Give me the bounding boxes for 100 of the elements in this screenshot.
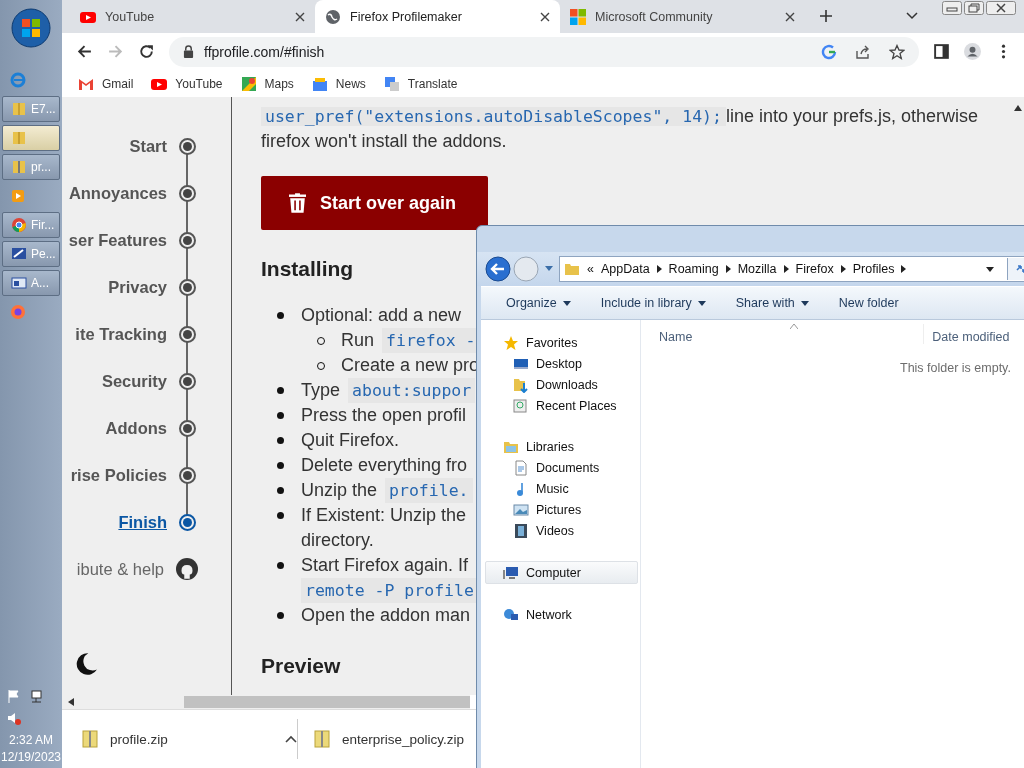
chevron-up-icon[interactable] <box>285 735 297 743</box>
github-icon[interactable] <box>176 558 198 580</box>
list-text: directory. <box>301 529 374 552</box>
share-icon[interactable] <box>855 43 871 60</box>
bullet-icon <box>277 312 284 319</box>
toolbar-button[interactable]: Include in library <box>600 296 706 310</box>
navigation-item[interactable]: Videos <box>481 520 640 541</box>
google-icon[interactable] <box>821 43 837 60</box>
close-icon[interactable] <box>785 11 795 22</box>
caret-right-icon[interactable] <box>783 265 789 273</box>
start-button[interactable] <box>11 8 51 48</box>
reload-icon[interactable] <box>138 43 155 60</box>
caret-right-icon[interactable] <box>725 265 731 273</box>
scroll-left-icon[interactable] <box>68 698 74 706</box>
navigation-item[interactable]: Recent Places <box>481 395 640 416</box>
horizontal-scrollbar[interactable] <box>62 695 470 709</box>
step-link[interactable]: Security <box>101 369 167 393</box>
paragraph-text: line into your prefs.js, otherwise <box>725 106 979 126</box>
address-bar[interactable]: ffprofile.com/#finish <box>169 36 919 67</box>
inline-code: profile. <box>385 478 473 503</box>
navigation-item[interactable]: Documents <box>481 457 640 478</box>
taskbar-button[interactable] <box>2 125 60 151</box>
play-icon <box>10 188 26 204</box>
breadcrumb-item[interactable]: Firefox <box>795 262 834 276</box>
list-text: Delete everything fro <box>301 454 468 477</box>
muted-speaker-icon[interactable] <box>6 710 22 726</box>
navigation-item[interactable]: Desktop <box>481 353 640 374</box>
step-link[interactable]: Annoyances <box>68 181 167 205</box>
list-text: Open the addon man <box>301 604 471 627</box>
breadcrumb-item[interactable]: Mozilla <box>737 262 777 276</box>
list-text: Type <box>301 379 341 402</box>
bookmark-link[interactable]: News <box>311 75 366 92</box>
restore-icon[interactable] <box>964 1 984 15</box>
breadcrumb-item[interactable]: Roaming <box>668 262 719 276</box>
address-bar[interactable]: « AppData Roaming Mozilla Firefox Profiles <box>559 256 1024 282</box>
list-text: If Existent: Unzip the <box>301 504 467 527</box>
browser-tab[interactable]: YouTube <box>70 0 315 33</box>
navigation-item[interactable]: Computer <box>485 561 638 584</box>
navigation-item[interactable]: Pictures <box>481 499 640 520</box>
map-icon <box>240 75 257 92</box>
bullet-icon <box>277 562 284 569</box>
bookmark-link[interactable]: YouTube <box>151 75 223 92</box>
download-item[interactable]: enterprise_policy.zip <box>314 719 465 759</box>
start-over-button[interactable]: Start over again <box>261 176 488 230</box>
caret-right-icon[interactable] <box>901 265 907 273</box>
browser-tab[interactable]: Microsoft Community <box>560 0 805 33</box>
close-icon[interactable] <box>986 1 1016 15</box>
close-icon[interactable] <box>295 11 305 22</box>
lock-icon[interactable] <box>183 45 194 58</box>
list-text: Press the open profil <box>301 404 467 427</box>
step-link[interactable]: rise Policies <box>70 463 167 487</box>
contribute-link[interactable]: ibute & help <box>76 557 164 581</box>
navigation-item[interactable]: Network <box>481 604 640 625</box>
column-header[interactable]: Name <box>641 324 693 344</box>
list-text: Unzip the <box>301 479 378 502</box>
navigation-item[interactable]: Music <box>481 478 640 499</box>
back-icon[interactable] <box>485 256 511 282</box>
zip-file-icon <box>82 730 98 748</box>
step-link[interactable]: Addons <box>105 416 167 440</box>
navigation-item[interactable]: Favorites <box>481 332 640 353</box>
navigation-item[interactable]: Libraries <box>481 436 640 457</box>
download-item[interactable]: profile.zip <box>82 719 298 759</box>
toolbar-button[interactable]: Organize <box>506 296 571 310</box>
new-tab-icon[interactable] <box>819 9 833 23</box>
profile-avatar-icon[interactable] <box>964 43 981 60</box>
bullet-icon <box>277 437 284 444</box>
bookmark-link[interactable]: Gmail <box>78 75 134 92</box>
window-icon <box>11 275 27 291</box>
caret-down-icon[interactable] <box>986 266 994 272</box>
step-link[interactable]: ser Features <box>68 228 167 252</box>
side-panel-icon[interactable] <box>933 43 950 60</box>
network-icon[interactable] <box>28 688 44 704</box>
caret-right-icon[interactable] <box>840 265 846 273</box>
chevron-down-icon[interactable] <box>906 12 918 20</box>
step-link[interactable]: Start <box>129 134 167 158</box>
step-link[interactable]: ite Tracking <box>75 322 167 346</box>
trash-icon <box>289 193 306 213</box>
close-icon[interactable] <box>540 11 550 22</box>
bookmark-link[interactable]: Maps <box>240 75 294 92</box>
toolbar-button[interactable]: New folder <box>838 296 899 310</box>
inline-code: remote -P profile <box>301 578 478 603</box>
step-link[interactable]: Finish <box>118 510 167 534</box>
toolbar-button[interactable]: Share with <box>735 296 809 310</box>
flag-icon[interactable] <box>6 688 22 704</box>
minimize-icon[interactable] <box>942 1 962 15</box>
star-icon[interactable] <box>889 43 905 60</box>
bookmark-link[interactable]: Translate <box>383 75 458 92</box>
column-header[interactable]: Date modified <box>923 324 1010 344</box>
scroll-up-icon[interactable] <box>1014 105 1022 111</box>
list-text: Start Firefox again. If <box>301 554 469 577</box>
breadcrumb-item[interactable]: Profiles <box>852 262 895 276</box>
step-link[interactable]: Privacy <box>108 275 167 299</box>
navigation-item[interactable]: Downloads <box>481 374 640 395</box>
caret-right-icon[interactable] <box>656 265 662 273</box>
folder-icon <box>564 261 580 277</box>
bullet-icon <box>277 512 284 519</box>
breadcrumb-item[interactable]: AppData <box>600 262 650 276</box>
globe-icon <box>325 8 341 25</box>
back-icon[interactable] <box>76 43 93 60</box>
browser-tab[interactable]: Firefox Profilemaker <box>315 0 560 33</box>
